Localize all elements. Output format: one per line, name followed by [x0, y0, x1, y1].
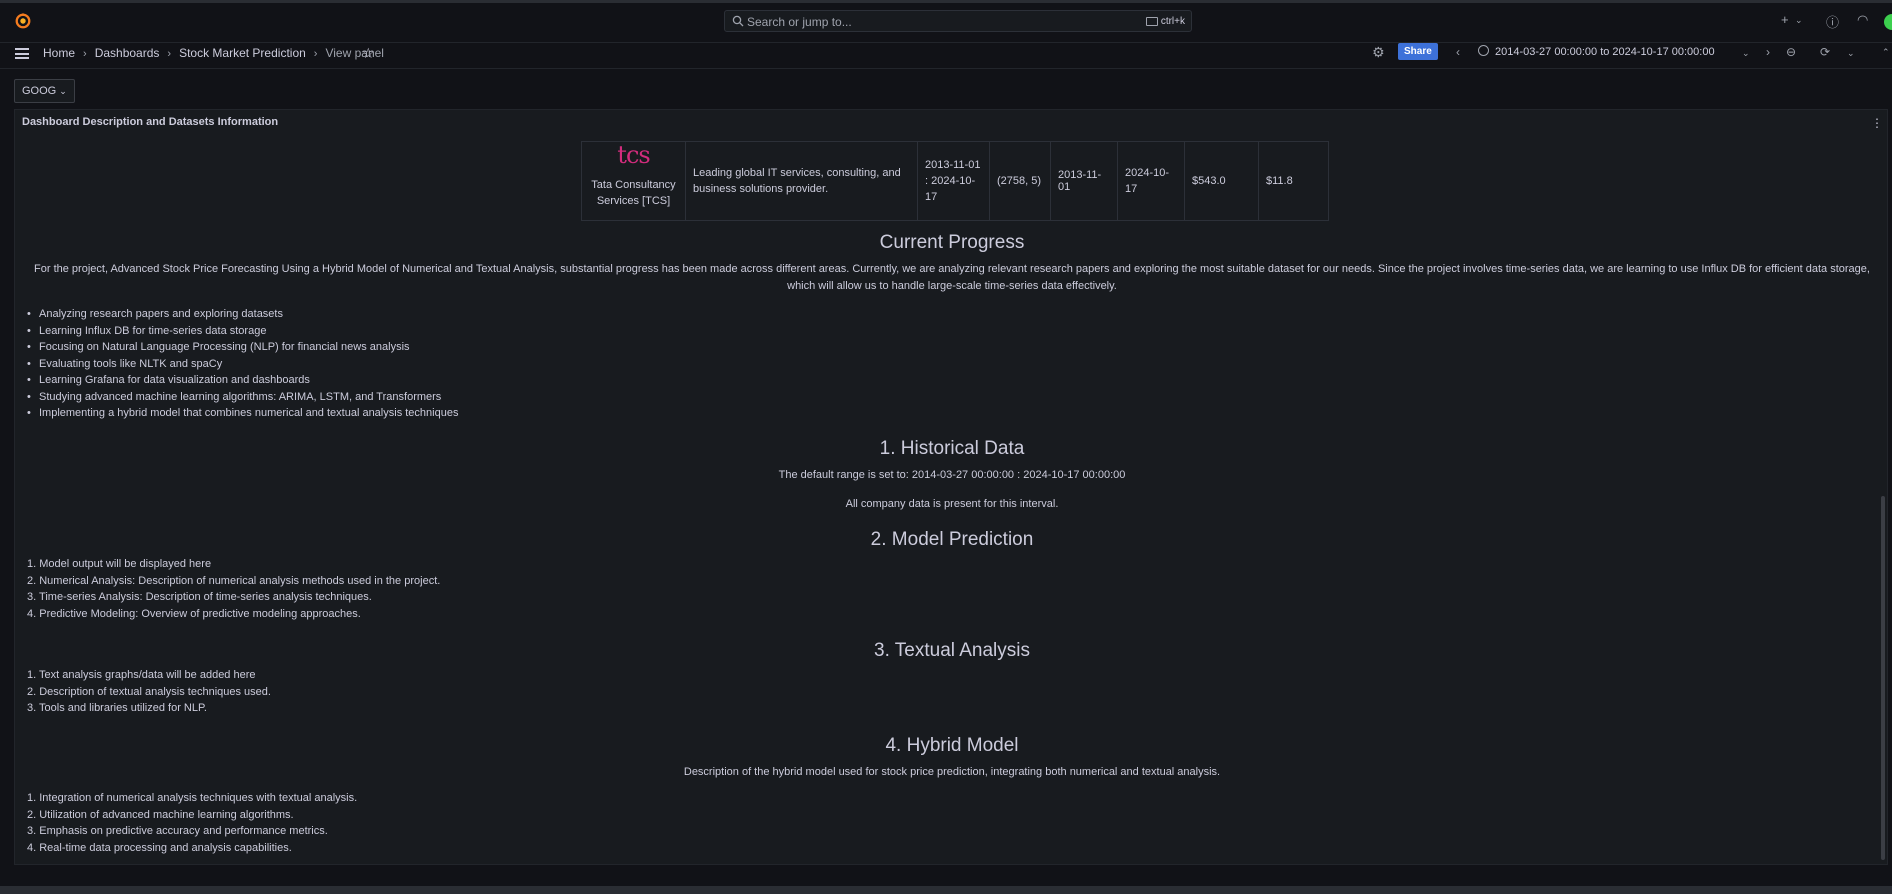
data-shape: (2758, 5) — [989, 141, 1051, 221]
panel-title: Dashboard Description and Datasets Infor… — [22, 116, 279, 128]
breadcrumb-separator-icon: › — [167, 48, 172, 60]
search-shortcut: ctrl+k — [1145, 11, 1185, 33]
breadcrumb-home[interactable]: Home — [43, 46, 75, 60]
company-table: tcs Tata Consultancy Services [TCS] Lead… — [581, 141, 1329, 221]
breadcrumb-current: View panel — [325, 46, 384, 60]
keyboard-icon — [1145, 16, 1158, 26]
stock-variable-value: GOOG — [22, 85, 57, 97]
min-price: $11.8 — [1258, 141, 1329, 221]
search-placeholder: Search or jump to... — [747, 15, 852, 29]
historical-data-heading: 1. Historical Data — [879, 438, 1025, 459]
list-item: 4. Real-time data processing and analysi… — [27, 841, 292, 854]
current-progress-heading: Current Progress — [879, 232, 1025, 253]
breadcrumb-separator-icon: › — [313, 48, 318, 60]
list-item: 2. Description of textual analysis techn… — [27, 685, 271, 698]
refresh-interval-chevron-icon[interactable]: ⌄ — [1847, 48, 1855, 59]
list-item: Implementing a hybrid model that combine… — [27, 405, 458, 422]
top-bar: Search or jump to... ctrl+k + ⌄ ⓘ ◠ — [0, 0, 1892, 43]
progress-intro: For the project, Advanced Stock Price Fo… — [34, 263, 1870, 292]
tcs-logo: tcs — [617, 141, 650, 169]
list-item: Studying advanced machine learning algor… — [27, 389, 458, 406]
list-item: 2. Numerical Analysis: Description of nu… — [27, 574, 441, 587]
breadcrumb-separator-icon: › — [83, 48, 87, 60]
max-price: $543.0 — [1184, 141, 1259, 221]
stock-variable-select[interactable]: GOOG ⌄ — [14, 79, 75, 103]
hybrid-model-heading: 4. Hybrid Model — [885, 735, 1019, 756]
textual-analysis-heading: 3. Textual Analysis — [874, 640, 1030, 661]
chevron-down-icon: ⌄ — [59, 86, 67, 96]
settings-gear-icon[interactable]: ⚙ — [1372, 44, 1385, 61]
window-edge — [0, 0, 1892, 3]
company-description: Leading global IT services, consulting, … — [685, 141, 918, 221]
text-panel: Dashboard Description and Datasets Infor… — [14, 109, 1888, 865]
zoom-out-icon[interactable]: ⊖ — [1786, 45, 1796, 59]
data-range: 2013-11-01 : 2024-10-17 — [917, 141, 990, 221]
refresh-icon[interactable]: ⟳ — [1820, 45, 1830, 59]
end-date: 2024-10-17 — [1117, 141, 1185, 221]
hybrid-model-description: Description of the hybrid model used for… — [683, 766, 1221, 778]
table-row: tcs Tata Consultancy Services [TCS] Lead… — [581, 141, 1329, 221]
collapse-icon[interactable]: ⌃ — [1882, 47, 1890, 58]
list-item: 1. Text analysis graphs/data will be add… — [27, 669, 256, 681]
news-feed-icon[interactable]: ◠ — [1857, 12, 1868, 28]
share-button[interactable]: Share — [1398, 43, 1438, 60]
progress-list: Analyzing research papers and exploring … — [27, 306, 458, 422]
breadcrumb-dashboard[interactable]: Stock Market Prediction — [179, 46, 306, 60]
historical-note: All company data is present for this int… — [845, 498, 1059, 510]
hybrid-model-list: 1. Integration of numerical analysis tec… — [27, 790, 357, 856]
list-item: Learning Grafana for data visualization … — [27, 372, 458, 389]
list-item: Evaluating tools like NLTK and spaCy — [27, 356, 458, 373]
historical-range-text: The default range is set to: 2014-03-27 … — [778, 469, 1126, 481]
shortcut-label: ctrl+k — [1160, 16, 1185, 27]
chevron-down-icon[interactable]: ⌄ — [1795, 15, 1803, 26]
list-item: 2. Utilization of advanced machine learn… — [27, 808, 294, 821]
list-item: Focusing on Natural Language Processing … — [27, 339, 458, 356]
help-icon[interactable]: ⓘ — [1826, 12, 1839, 31]
time-range-picker[interactable]: 2014-03-27 00:00:00 to 2024-10-17 00:00:… — [1478, 45, 1715, 58]
search-input[interactable]: Search or jump to... ctrl+k — [724, 10, 1192, 32]
company-cell: tcs Tata Consultancy Services [TCS] — [581, 141, 686, 221]
list-item: Analyzing research papers and exploring … — [27, 306, 458, 323]
add-icon[interactable]: + — [1781, 12, 1789, 27]
time-range-label: 2014-03-27 00:00:00 to 2024-10-17 00:00:… — [1495, 46, 1715, 58]
time-range-chevron-icon[interactable]: ⌄ — [1742, 48, 1750, 59]
time-back-icon[interactable]: ‹ — [1456, 45, 1460, 59]
list-item: 3. Tools and libraries utilized for NLP. — [27, 702, 207, 714]
avatar[interactable] — [1884, 14, 1892, 30]
window-bottom-edge — [0, 886, 1892, 894]
start-date: 2013-11-01 — [1050, 141, 1118, 221]
search-icon — [732, 15, 744, 27]
menu-icon[interactable] — [15, 48, 29, 59]
list-item: 1. Model output will be displayed here — [27, 558, 212, 570]
model-prediction-heading: 2. Model Prediction — [870, 529, 1034, 550]
breadcrumb: Home › Dashboards › Stock Market Prediction ›… — [43, 46, 384, 60]
list-item: 3. Time-series Analysis: Description of … — [27, 591, 372, 603]
grafana-logo-icon[interactable] — [14, 12, 32, 30]
star-icon[interactable]: ☆ — [362, 45, 375, 62]
textual-analysis-list: 1. Text analysis graphs/data will be add… — [27, 667, 271, 717]
list-item: 4. Predictive Modeling: Overview of pred… — [27, 607, 361, 620]
panel-content: tcs Tata Consultancy Services [TCS] Lead… — [15, 141, 1889, 861]
breadcrumb-dashboards[interactable]: Dashboards — [95, 46, 160, 60]
company-name: Tata Consultancy Services [TCS] — [591, 179, 676, 207]
list-item: Learning Influx DB for time-series data … — [27, 323, 458, 340]
list-item: 3. Emphasis on predictive accuracy and p… — [27, 825, 328, 837]
time-forward-icon[interactable]: › — [1766, 45, 1770, 59]
clock-icon — [1478, 45, 1489, 56]
model-prediction-list: 1. Model output will be displayed here 2… — [27, 556, 440, 622]
panel-menu-icon[interactable]: ⋮ — [1871, 116, 1883, 130]
list-item: 1. Integration of numerical analysis tec… — [27, 792, 358, 804]
